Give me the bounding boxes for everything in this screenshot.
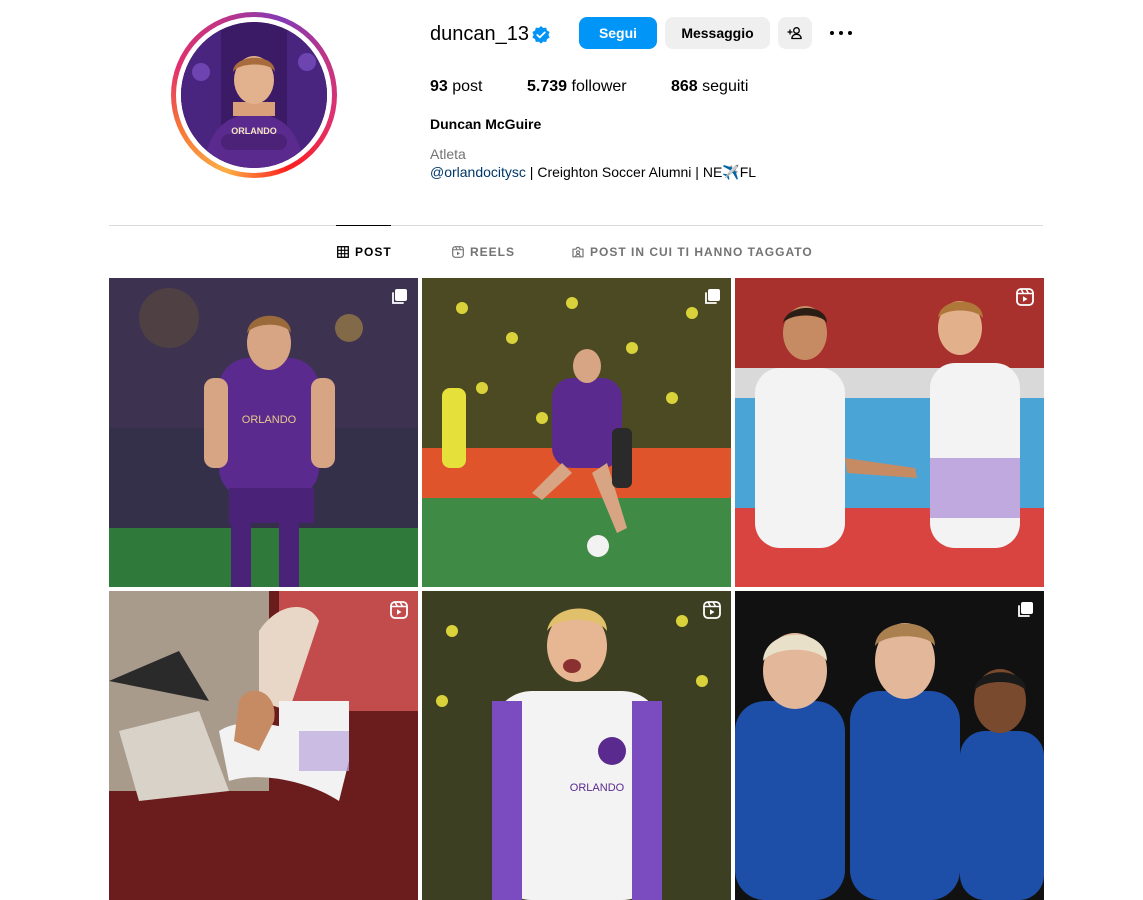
- tab-reels-label: REELS: [470, 245, 516, 259]
- posts-label: post: [452, 78, 483, 95]
- svg-text:ORLANDO: ORLANDO: [570, 782, 625, 794]
- reel-icon: [390, 601, 408, 619]
- carousel-icon: [1018, 602, 1033, 617]
- profile-avatar[interactable]: ORLANDO: [171, 12, 337, 178]
- profile-category: Atleta: [430, 146, 466, 162]
- tab-tagged-label: POST IN CUI TI HANNO TAGGATO: [590, 245, 813, 259]
- post-image: [422, 278, 731, 587]
- following-stat[interactable]: 868 seguiti: [671, 77, 748, 97]
- avatar-photo: ORLANDO: [181, 22, 327, 168]
- post-tile[interactable]: ORLANDO: [109, 278, 418, 587]
- avatar-image: ORLANDO: [181, 22, 327, 168]
- post-image: [109, 591, 418, 900]
- bio-text: | Creighton Soccer Alumni | NE✈️FL: [525, 164, 757, 180]
- more-dot: [839, 31, 843, 35]
- post-tile[interactable]: [735, 278, 1044, 587]
- profile-bio: @orlandocitysc | Creighton Soccer Alumni…: [430, 164, 756, 181]
- message-button[interactable]: Messaggio: [665, 17, 770, 49]
- tab-posts-label: POST: [355, 245, 392, 259]
- carousel-icon: [705, 289, 720, 304]
- post-image: [735, 278, 1044, 587]
- posts-count: 93: [430, 78, 448, 95]
- profile-username: duncan_13: [430, 23, 529, 45]
- post-image: ORLANDO: [109, 278, 418, 587]
- active-tab-indicator: [336, 225, 391, 226]
- tab-tagged[interactable]: POST IN CUI TI HANNO TAGGATO: [572, 244, 813, 260]
- tab-reels[interactable]: REELS: [452, 244, 515, 260]
- following-label: seguiti: [702, 78, 749, 95]
- suggested-users-button[interactable]: [778, 17, 812, 49]
- post-tile[interactable]: [735, 591, 1044, 900]
- tagged-icon: [572, 246, 584, 258]
- posts-stat: 93 post: [430, 77, 483, 97]
- avatar-border: ORLANDO: [176, 17, 332, 173]
- reel-icon: [1016, 288, 1034, 306]
- followers-stat[interactable]: 5.739 follower: [527, 77, 627, 97]
- followers-label: follower: [571, 78, 627, 95]
- post-tile[interactable]: [422, 278, 731, 587]
- post-tile[interactable]: ORLANDO: [422, 591, 731, 900]
- carousel-icon: [392, 289, 407, 304]
- following-count: 868: [671, 78, 698, 95]
- grid-icon: [337, 246, 349, 258]
- tabs-divider: [109, 225, 1043, 226]
- more-options-icon[interactable]: [826, 20, 856, 46]
- more-dot: [830, 31, 834, 35]
- followers-count: 5.739: [527, 78, 568, 95]
- reels-icon: [452, 246, 464, 258]
- tab-posts[interactable]: POST: [337, 244, 392, 260]
- profile-full-name: Duncan McGuire: [430, 116, 542, 132]
- post-tile[interactable]: [109, 591, 418, 900]
- add-user-icon: [787, 27, 802, 40]
- more-dot: [848, 31, 852, 35]
- post-image: ORLANDO: [422, 591, 731, 900]
- post-image: [735, 591, 1044, 900]
- follow-button[interactable]: Segui: [579, 17, 657, 49]
- svg-text:ORLANDO: ORLANDO: [231, 126, 277, 136]
- verified-badge-icon: [532, 26, 550, 44]
- svg-text:ORLANDO: ORLANDO: [242, 414, 297, 426]
- reel-icon: [703, 601, 721, 619]
- bio-mention-link[interactable]: @orlandocitysc: [430, 164, 526, 180]
